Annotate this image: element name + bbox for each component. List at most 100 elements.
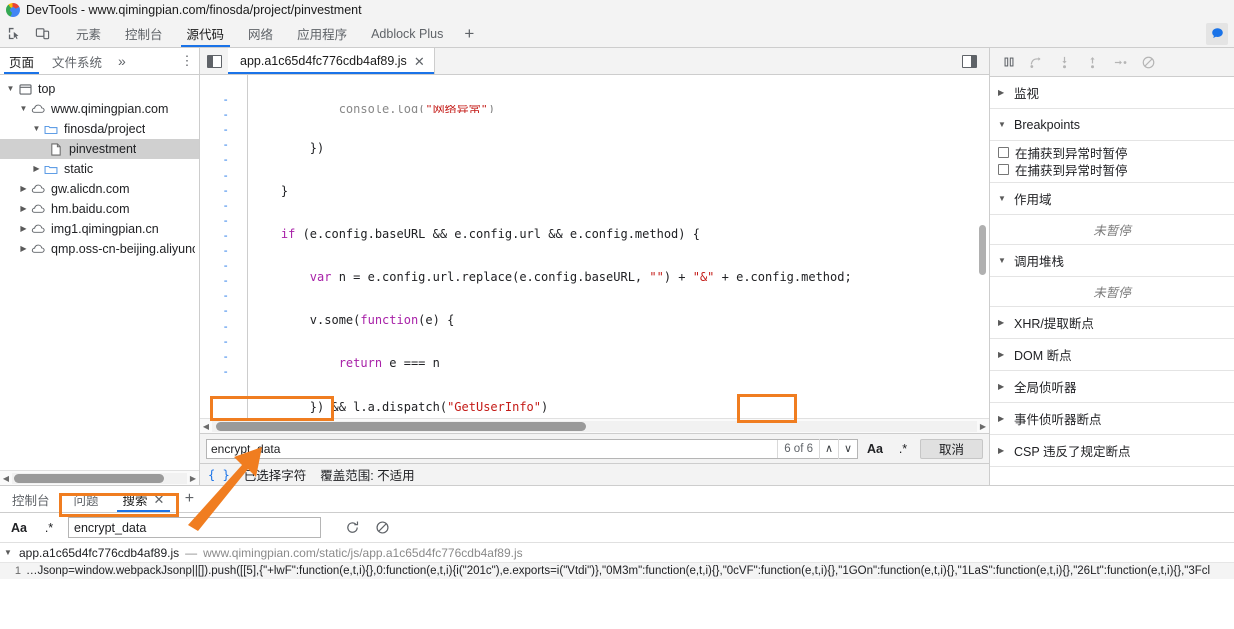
step-over-icon[interactable]	[1024, 50, 1049, 74]
code-editor[interactable]: - - - - - - - - - - - - - - - - - - - -	[200, 75, 989, 418]
scrollbar-thumb[interactable]	[14, 473, 164, 483]
drawer-tab-search[interactable]: 搜索 ✕	[111, 486, 177, 512]
device-toggle-icon[interactable]	[28, 20, 56, 47]
scroll-right-icon[interactable]: ▶	[977, 422, 989, 431]
chevron-right-icon[interactable]: ▶	[998, 88, 1007, 97]
step-out-icon[interactable]	[1080, 50, 1105, 74]
code-vertical-scrollbar-thumb[interactable]	[979, 225, 986, 275]
tab-elements[interactable]: 元素	[64, 20, 113, 47]
chevron-right-icon[interactable]: ▶	[998, 446, 1007, 455]
chat-bubble-icon[interactable]	[1206, 22, 1228, 45]
tree-item-pinvestment[interactable]: pinvestment	[0, 139, 199, 159]
cancel-button[interactable]: 取消	[919, 438, 983, 459]
debugger-section-dom-breakpoints[interactable]: ▶ DOM 断点	[990, 339, 1234, 371]
regex-button[interactable]: .*	[38, 521, 60, 535]
chevron-right-icon[interactable]: ▶	[17, 245, 30, 253]
step-icon[interactable]	[1108, 50, 1133, 74]
debugger-section-scope[interactable]: ▼ 作用域	[990, 183, 1234, 215]
editor-tab-app-js[interactable]: app.a1c65d4fc776cdb4af89.js ✕	[228, 48, 435, 74]
debugger-section-xhr-breakpoints[interactable]: ▶ XHR/提取断点	[990, 307, 1234, 339]
chevron-down-icon[interactable]: ▼	[4, 548, 13, 557]
editor-search-input[interactable]	[207, 439, 778, 458]
nav-tab-page[interactable]: 页面	[0, 48, 43, 74]
chevron-down-icon[interactable]: ▼	[4, 85, 17, 93]
drawer-tab-console[interactable]: 控制台	[0, 486, 62, 512]
debugger-section-global-listeners[interactable]: ▶ 全局侦听器	[990, 371, 1234, 403]
gutter-mark: -	[222, 168, 229, 182]
chevron-down-icon[interactable]: ▼	[30, 125, 43, 133]
debugger-section-event-listener-breakpoints[interactable]: ▶ 事件侦听器断点	[990, 403, 1234, 435]
tab-adblock-plus[interactable]: Adblock Plus	[359, 20, 455, 47]
chevron-right-icon[interactable]: ▶	[17, 205, 30, 213]
show-navigator-icon[interactable]	[200, 48, 228, 74]
scroll-left-icon[interactable]: ◀	[0, 474, 12, 483]
clear-icon[interactable]	[371, 520, 393, 535]
step-into-icon[interactable]	[1052, 50, 1077, 74]
drawer-tab-issues[interactable]: 问题	[62, 486, 111, 512]
debugger-section-breakpoints[interactable]: ▼ Breakpoints	[990, 109, 1234, 141]
inspect-icon[interactable]	[0, 20, 28, 47]
pause-icon[interactable]	[996, 50, 1021, 74]
chevron-down-icon[interactable]: ▼	[998, 256, 1007, 265]
editor-search-field[interactable]: 6 of 6 ∧ ∨	[206, 438, 858, 459]
match-case-button[interactable]: Aa	[864, 442, 886, 456]
tab-console[interactable]: 控制台	[113, 20, 175, 47]
chevron-down-icon[interactable]: ▼	[998, 120, 1007, 129]
match-case-button[interactable]: Aa	[8, 521, 30, 535]
gutter-mark: -	[222, 289, 229, 303]
tree-item-static[interactable]: ▶ static	[0, 159, 199, 179]
pretty-print-button[interactable]: { }	[208, 468, 230, 482]
checkbox[interactable]	[998, 164, 1009, 175]
chevron-right-icon[interactable]: ▶	[17, 225, 30, 233]
refresh-icon[interactable]	[341, 520, 363, 535]
drawer-add-tab-button[interactable]: +	[176, 486, 202, 512]
tab-sources[interactable]: 源代码	[175, 20, 237, 47]
nav-more-tabs-icon[interactable]: »	[111, 48, 133, 74]
code-content[interactable]: console.log("网络异常") }) } if (e.config.ba…	[248, 75, 989, 418]
tree-item-top[interactable]: ▼ top	[0, 79, 199, 99]
nav-tab-filesystem[interactable]: 文件系统	[43, 48, 111, 74]
search-result-row[interactable]: 1 …Jsonp=window.webpackJsonp||[]).push([…	[0, 562, 1234, 579]
chevron-right-icon[interactable]: ▶	[998, 350, 1007, 359]
drawer-search-input[interactable]	[69, 518, 320, 537]
regex-button[interactable]: .*	[892, 442, 914, 456]
checkbox[interactable]	[998, 147, 1009, 158]
tree-item-qmp-oss[interactable]: ▶ qmp.oss-cn-beijing.aliyuncs	[0, 239, 199, 259]
breakpoint-option-row[interactable]: 在捕获到异常时暂停	[990, 144, 1234, 161]
scrollbar-track[interactable]	[12, 472, 187, 484]
close-icon[interactable]: ✕	[154, 493, 165, 506]
deactivate-breakpoints-icon[interactable]	[1136, 50, 1161, 74]
chevron-right-icon[interactable]: ▶	[998, 318, 1007, 327]
debugger-section-csp-violation-breakpoints[interactable]: ▶ CSP 违反了规定断点	[990, 435, 1234, 467]
navigator-menu-icon[interactable]: ⋮	[175, 48, 199, 74]
scrollbar-track[interactable]	[212, 420, 977, 432]
tab-application[interactable]: 应用程序	[285, 20, 359, 47]
close-icon[interactable]: ✕	[414, 55, 425, 68]
search-prev-button[interactable]: ∧	[818, 438, 838, 459]
scrollbar-thumb[interactable]	[216, 421, 586, 431]
scroll-left-icon[interactable]: ◀	[200, 422, 212, 431]
tab-network[interactable]: 网络	[236, 20, 285, 47]
chevron-right-icon[interactable]: ▶	[30, 165, 43, 173]
breakpoint-option-row[interactable]: 在捕获到异常时暂停	[990, 161, 1234, 178]
chevron-right-icon[interactable]: ▶	[998, 382, 1007, 391]
chevron-down-icon[interactable]: ▼	[17, 105, 30, 113]
tree-item-img1-qimingpian-cn[interactable]: ▶ img1.qimingpian.cn	[0, 219, 199, 239]
search-result-group-header[interactable]: ▼ app.a1c65d4fc776cdb4af89.js — www.qimi…	[0, 543, 1234, 562]
drawer-search-field[interactable]	[68, 517, 321, 538]
chevron-right-icon[interactable]: ▶	[998, 414, 1007, 423]
tree-item-www-qimingpian-com[interactable]: ▼ www.qimingpian.com	[0, 99, 199, 119]
search-next-button[interactable]: ∨	[837, 438, 857, 459]
navigator-horizontal-scrollbar[interactable]: ◀ ▶	[0, 470, 199, 485]
chevron-down-icon[interactable]: ▼	[998, 194, 1007, 203]
editor-horizontal-scrollbar[interactable]: ◀ ▶	[200, 418, 989, 433]
tree-item-hm-baidu-com[interactable]: ▶ hm.baidu.com	[0, 199, 199, 219]
chevron-right-icon[interactable]: ▶	[17, 185, 30, 193]
show-debugger-icon[interactable]	[955, 54, 983, 68]
tree-item-finosda-project[interactable]: ▼ finosda/project	[0, 119, 199, 139]
debugger-section-watch[interactable]: ▶ 监视	[990, 77, 1234, 109]
tree-item-gw-alicdn-com[interactable]: ▶ gw.alicdn.com	[0, 179, 199, 199]
add-tab-button[interactable]: +	[455, 20, 483, 47]
debugger-section-callstack[interactable]: ▼ 调用堆栈	[990, 245, 1234, 277]
scroll-right-icon[interactable]: ▶	[187, 474, 199, 483]
